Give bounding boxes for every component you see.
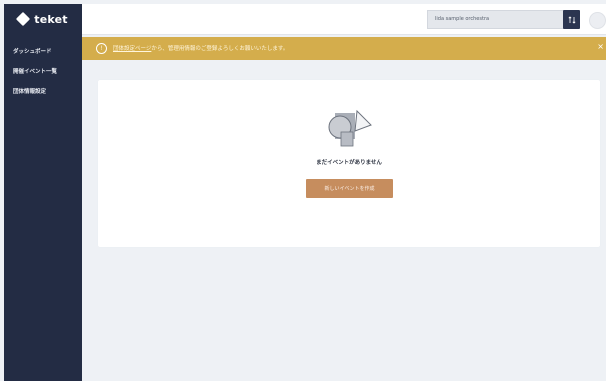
banner-message: 団体設定ページから、管理用情報のご登録よろしくお願いいたします。 (113, 44, 288, 52)
sidebar: teket ダッシュボード 開催イベント一覧 団体情報設定 (4, 4, 82, 381)
sidebar-item-events[interactable]: 開催イベント一覧 (4, 62, 82, 82)
notice-banner: ! 団体設定ページから、管理用情報のご登録よろしくお願いいたします。 × (82, 37, 606, 60)
events-empty-card: まだイベントがありません 新しいイベントを作成 (98, 80, 600, 247)
empty-state-message: まだイベントがありません (316, 160, 382, 166)
brand-name: teket (34, 12, 68, 26)
banner-text: から、管理用情報のご登録よろしくお願いいたします。 (151, 46, 289, 52)
brand-logo[interactable]: teket (4, 4, 82, 34)
info-icon: ! (96, 43, 107, 54)
create-event-button[interactable]: 新しいイベントを作成 (306, 179, 393, 198)
organization-settings-link[interactable]: 団体設定ページ (113, 46, 151, 52)
close-icon[interactable]: × (597, 42, 604, 51)
top-bar: lida sample orchestra (82, 4, 606, 35)
sidebar-item-dashboard[interactable]: ダッシュボード (4, 42, 82, 62)
sidebar-item-organization-settings[interactable]: 団体情報設定 (4, 82, 82, 102)
swap-icon (568, 15, 575, 24)
user-avatar[interactable] (589, 12, 606, 29)
organization-switch-button[interactable] (563, 10, 580, 29)
empty-shapes-icon (321, 105, 377, 157)
sidebar-nav: ダッシュボード 開催イベント一覧 団体情報設定 (4, 42, 82, 102)
app-root: teket ダッシュボード 開催イベント一覧 団体情報設定 lida sampl… (0, 0, 606, 381)
organization-select[interactable]: lida sample orchestra (427, 10, 569, 29)
teket-logo-icon (16, 11, 31, 27)
